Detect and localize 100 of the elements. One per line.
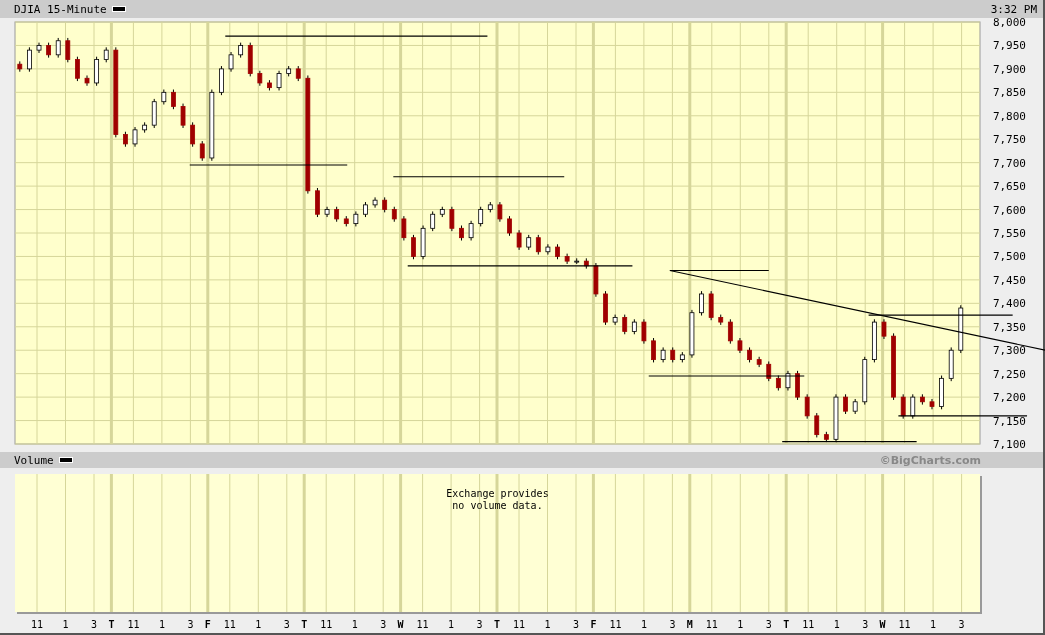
candlestick [27, 46, 32, 73]
x-axis-label: 11 [898, 619, 911, 630]
y-axis-label: 7,700 [992, 156, 1026, 170]
candlestick [180, 103, 186, 129]
x-axis-label: 1 [930, 619, 937, 630]
candlestick [804, 393, 810, 420]
candlestick [910, 393, 916, 420]
candlestick [920, 393, 925, 406]
candlestick [833, 393, 839, 443]
candlestick [382, 196, 388, 213]
candlestick [94, 56, 100, 87]
y-axis-label: 7,800 [992, 109, 1026, 123]
candlestick [343, 215, 349, 227]
candlestick [795, 370, 800, 401]
candlestick [747, 346, 752, 363]
candlestick [65, 37, 71, 63]
x-axis-label: F [204, 619, 211, 630]
candlestick [247, 42, 253, 77]
x-axis-label: 3 [476, 619, 483, 630]
candlestick [276, 70, 282, 91]
candlestick [324, 206, 330, 218]
x-axis-label: 1 [255, 619, 262, 630]
candlestick [459, 225, 464, 241]
candlestick [315, 187, 320, 218]
candlestick [171, 89, 176, 110]
candlestick [823, 431, 829, 443]
x-axis-label: 1 [351, 619, 358, 630]
candlestick [161, 89, 167, 105]
candlestick [286, 65, 292, 77]
x-axis-label: 11 [416, 619, 429, 630]
x-axis-label: 1 [158, 619, 165, 630]
x-axis-label: W [879, 619, 886, 630]
candlestick [411, 234, 416, 260]
no-data-message: Exchange provides no volume data. [445, 488, 550, 512]
candlestick [516, 229, 522, 251]
candlestick [219, 65, 224, 96]
candlestick [151, 98, 157, 129]
candlestick [372, 196, 378, 209]
candlestick [852, 398, 858, 415]
x-axis-label: T [108, 619, 115, 630]
x-axis-label: 11 [223, 619, 236, 630]
candlestick [497, 201, 503, 223]
candlestick [737, 337, 743, 354]
x-axis-label: F [590, 619, 597, 630]
candlestick [843, 393, 848, 415]
candlestick [142, 121, 148, 134]
candlestick [881, 318, 887, 340]
candlestick [468, 220, 474, 241]
y-axis-label: 7,100 [992, 438, 1026, 451]
candlestick [199, 140, 205, 162]
candlestick [900, 393, 906, 420]
x-axis-label: 11 [320, 619, 333, 630]
y-axis-label: 7,250 [992, 367, 1026, 381]
candlestick [36, 42, 42, 54]
candlestick [132, 126, 138, 148]
candlestick [257, 70, 263, 87]
x-axis-label: W [397, 619, 404, 630]
x-axis-label: 1 [737, 619, 744, 630]
candlestick [84, 74, 90, 87]
y-axis-label: 7,500 [992, 250, 1026, 264]
candlestick [756, 356, 762, 368]
candlestick [862, 356, 868, 406]
candlestick [401, 215, 407, 241]
candlestick [872, 318, 877, 363]
x-axis-label: 11 [127, 619, 140, 630]
candlestick [785, 370, 791, 392]
candlestick [449, 206, 455, 232]
candlestick [929, 398, 935, 410]
candlestick [420, 225, 426, 260]
candlestick [641, 318, 647, 345]
y-axis-label: 7,400 [992, 297, 1026, 311]
y-axis-label: 7,350 [992, 320, 1026, 334]
candlestick [17, 60, 23, 73]
candlestick [593, 262, 599, 298]
candlestick [526, 234, 532, 251]
candlestick [535, 234, 541, 256]
x-axis-label: 3 [862, 619, 869, 630]
x-axis-label: T [494, 619, 500, 630]
x-axis-label: 3 [187, 619, 194, 630]
y-axis-label: 7,950 [992, 39, 1026, 53]
candlestick [727, 318, 733, 345]
candlestick [583, 257, 589, 270]
candlestick [603, 290, 608, 326]
candlestick [814, 412, 820, 438]
x-axis-label: 3 [91, 619, 97, 630]
x-axis-label: 11 [705, 619, 718, 630]
candlestick [766, 361, 772, 382]
x-axis-label: 3 [669, 619, 676, 630]
candlestick [939, 375, 944, 410]
x-axis-label: 1 [448, 619, 455, 630]
y-axis-label: 7,900 [992, 62, 1026, 76]
x-axis-label: 11 [802, 619, 815, 630]
candlestick [679, 351, 685, 363]
candlestick [574, 257, 580, 265]
x-axis-label: 11 [609, 619, 622, 630]
candlestick [775, 375, 781, 392]
x-axis-label: 1 [62, 619, 69, 630]
candlestick [353, 210, 359, 227]
candlestick [545, 243, 551, 256]
y-axis-label: 7,850 [992, 86, 1026, 100]
